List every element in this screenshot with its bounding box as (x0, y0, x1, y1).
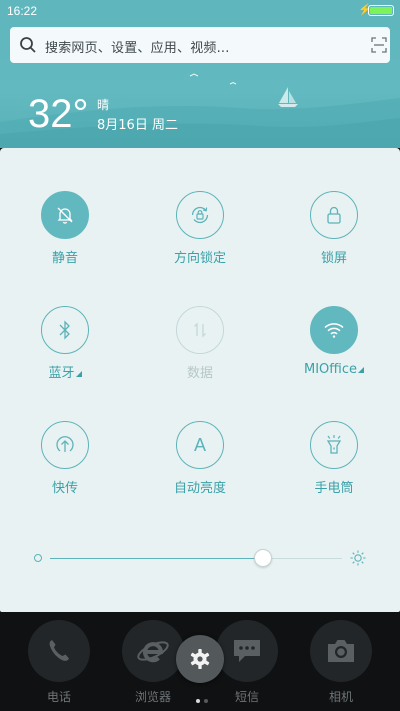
dock-app-phone[interactable]: 电话 (19, 616, 99, 711)
sun-icon (350, 550, 366, 566)
tile-wifi[interactable]: MIOffice (274, 306, 394, 396)
dock-app-camera[interactable]: 相机 (301, 616, 381, 711)
quick-transfer-icon (41, 421, 89, 469)
padlock-icon (310, 191, 358, 239)
tile-quick-transfer-label: 快传 (51, 481, 78, 496)
search-icon (20, 37, 36, 53)
tile-wifi-text: MIOffice (304, 362, 357, 377)
notification-header: 搜索网页、设置、应用、视频... 32° 晴 8月16日 周二 (0, 22, 400, 148)
browser-icon (122, 620, 184, 682)
brightness-track[interactable] (50, 558, 342, 559)
brightness-slider[interactable] (34, 548, 368, 570)
menu-corner-icon (358, 367, 364, 373)
mobile-data-icon (176, 306, 224, 354)
weather-condition: 晴 (97, 98, 110, 112)
tile-quick-transfer[interactable]: 快传 (5, 421, 125, 511)
tile-mobile-data[interactable]: 数据 (140, 306, 260, 396)
auto-brightness-glyph: A (193, 434, 206, 455)
tile-auto-brightness-label: 自动亮度 (173, 481, 226, 496)
message-icon (216, 620, 278, 682)
quick-settings-panel: 静音 方向锁定 锁屏 蓝牙 数据 MIOffice 快传 A 自动亮度 手电筒 (0, 148, 400, 612)
tile-flashlight-label: 手电筒 (314, 481, 354, 496)
dock-app-messages-label: 短信 (234, 690, 259, 704)
tile-lock-screen-label: 锁屏 (320, 251, 347, 266)
tile-bluetooth-label: 蓝牙 (5, 362, 125, 381)
battery-icon (368, 5, 394, 16)
tile-flashlight[interactable]: 手电筒 (274, 421, 394, 511)
flashlight-icon (310, 421, 358, 469)
page-indicator (194, 688, 210, 707)
tile-mobile-data-label: 数据 (186, 366, 213, 381)
gear-icon (190, 649, 210, 669)
menu-corner-icon (75, 371, 82, 377)
settings-button[interactable] (176, 635, 224, 683)
tile-silent[interactable]: 静音 (5, 191, 125, 281)
phone-icon (28, 620, 90, 682)
bell-off-icon (41, 191, 89, 239)
brightness-low-icon (34, 554, 42, 562)
brightness-thumb[interactable] (254, 549, 273, 567)
tile-bluetooth[interactable]: 蓝牙 (5, 306, 125, 396)
wifi-icon (310, 306, 358, 354)
page-dot (204, 699, 208, 703)
search-bar[interactable]: 搜索网页、设置、应用、视频... (10, 27, 390, 63)
tile-lock-screen[interactable]: 锁屏 (274, 191, 394, 281)
auto-brightness-icon: A (176, 421, 224, 469)
tile-rotation-lock-label: 方向锁定 (173, 251, 226, 266)
dock-app-phone-label: 电话 (46, 690, 71, 704)
tile-rotation-lock[interactable]: 方向锁定 (140, 191, 260, 281)
tile-wifi-label: MIOffice (274, 362, 394, 377)
sailboat-icon (278, 87, 298, 107)
weather-date: 8月16日 周二 (97, 118, 178, 133)
camera-icon (310, 620, 372, 682)
weather-temperature: 32° (28, 92, 89, 136)
status-time: 16:22 (7, 4, 38, 18)
tile-bluetooth-text: 蓝牙 (48, 366, 75, 381)
rotation-lock-icon (176, 191, 224, 239)
status-bar: 16:22 ⚡ (0, 0, 400, 22)
bluetooth-icon (41, 306, 89, 354)
tile-auto-brightness[interactable]: A 自动亮度 (140, 421, 260, 511)
dock-app-browser-label: 浏览器 (134, 690, 171, 704)
page-dot (196, 699, 200, 703)
dock-app-camera-label: 相机 (328, 690, 353, 704)
tile-silent-label: 静音 (51, 251, 78, 266)
search-placeholder: 搜索网页、设置、应用、视频... (45, 41, 230, 56)
scan-icon[interactable] (371, 37, 387, 53)
